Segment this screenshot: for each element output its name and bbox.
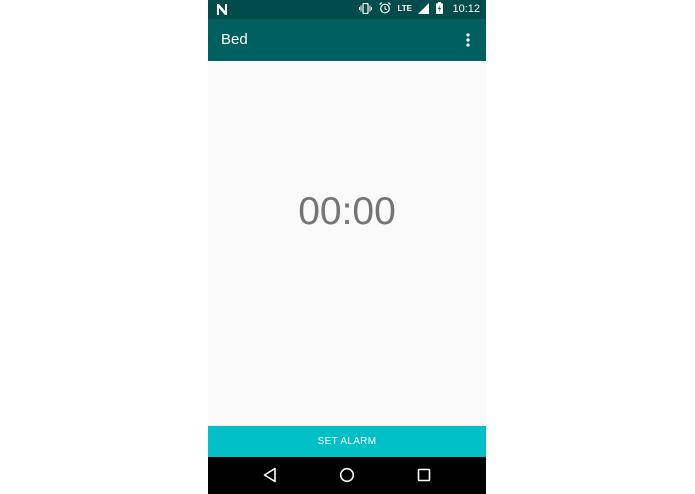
battery-charging-icon	[436, 1, 444, 19]
lte-signal-icon: LTE	[398, 1, 430, 19]
overflow-menu-icon	[466, 33, 470, 47]
status-icons: LTE 10:12	[352, 0, 480, 19]
time-display: 00:00	[298, 190, 396, 233]
navigation-bar	[208, 457, 486, 494]
app-bar: Bed	[208, 19, 486, 61]
back-icon[interactable]	[261, 466, 279, 484]
phone-screen: LTE 10:12 Bed 00:00 SET ALARM	[208, 0, 486, 494]
status-clock: 10:12	[452, 3, 480, 15]
alarm-clock-icon	[378, 1, 391, 19]
set-alarm-button[interactable]: SET ALARM	[208, 426, 486, 457]
overflow-menu-button[interactable]	[456, 28, 480, 52]
notification-n-icon	[215, 3, 229, 16]
home-icon[interactable]	[338, 466, 356, 484]
status-bar: LTE 10:12	[208, 0, 486, 19]
lte-label: LTE	[397, 3, 413, 13]
recents-icon[interactable]	[415, 466, 433, 484]
app-title: Bed	[221, 31, 248, 48]
vibrate-icon	[358, 1, 372, 19]
main-content: 00:00	[208, 61, 486, 426]
